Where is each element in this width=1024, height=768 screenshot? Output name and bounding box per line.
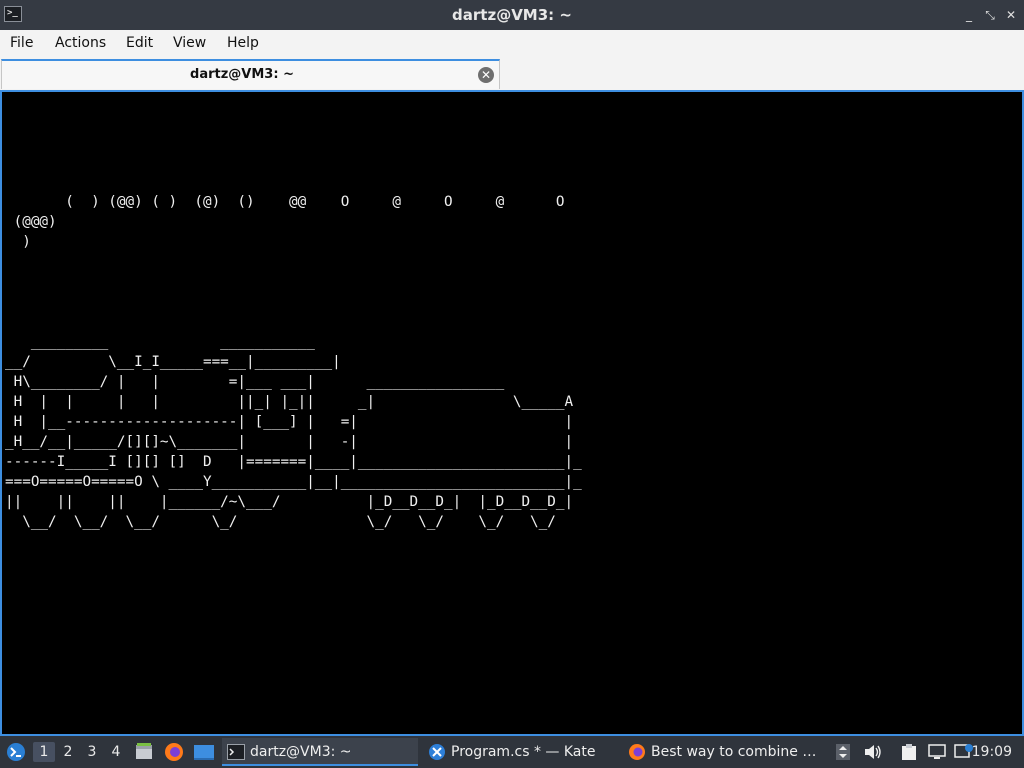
menu-file[interactable]: File: [10, 30, 33, 57]
terminal-icon: [227, 744, 245, 760]
show-desktop-icon[interactable]: [193, 742, 215, 762]
task-kate[interactable]: Program.cs * — Kate: [424, 738, 620, 766]
workspace-3[interactable]: 3: [81, 742, 103, 762]
window-title: dartz@VM3: ~: [452, 6, 572, 24]
menu-actions[interactable]: Actions: [55, 30, 106, 57]
task-terminal[interactable]: dartz@VM3: ~: [222, 738, 418, 766]
scroll-indicator-icon[interactable]: [836, 744, 850, 760]
terminal-output: ( ) (@@) ( ) (@) () @@ O @ O @ O (@@@) )…: [5, 194, 582, 530]
task-label: Program.cs * — Kate: [451, 744, 596, 760]
close-window-button[interactable]: ✕: [1002, 6, 1020, 24]
tab-label: dartz@VM3: ~: [190, 67, 294, 82]
taskbar: 1 2 3 4 dartz@VM3: ~ Program.cs * — Kate…: [0, 736, 1024, 768]
maximize-button[interactable]: ⤡: [981, 6, 999, 24]
file-manager-icon[interactable]: [134, 742, 154, 762]
terminal-view[interactable]: ( ) (@@) ( ) (@) () @@ O @ O @ O (@@@) )…: [0, 90, 1024, 736]
menu-bar: File Actions Edit View Help: [0, 30, 1024, 57]
workspace-4[interactable]: 4: [105, 742, 127, 762]
volume-icon[interactable]: [864, 744, 882, 760]
menu-help[interactable]: Help: [227, 30, 259, 57]
firefox-icon: [629, 744, 645, 760]
minimize-button[interactable]: _: [960, 6, 978, 24]
menu-view[interactable]: View: [173, 30, 206, 57]
window-titlebar: >_ dartz@VM3: ~ _ ⤡ ✕: [0, 0, 1024, 30]
tab-terminal[interactable]: dartz@VM3: ~ ✕: [1, 59, 500, 89]
task-label: dartz@VM3: ~: [250, 744, 352, 760]
firefox-launcher-icon[interactable]: [164, 742, 184, 762]
kate-icon: [429, 744, 445, 760]
task-firefox[interactable]: Best way to combine …: [626, 738, 822, 766]
network-icon[interactable]: [928, 743, 946, 761]
tab-bar: dartz@VM3: ~ ✕: [0, 57, 1024, 90]
clipboard-icon[interactable]: [900, 743, 918, 761]
clock[interactable]: 19:09: [972, 736, 1012, 768]
start-menu-icon[interactable]: [6, 742, 26, 762]
workspace-1[interactable]: 1: [33, 742, 55, 762]
task-label: Best way to combine …: [651, 744, 817, 760]
menu-edit[interactable]: Edit: [126, 30, 153, 57]
workspace-2[interactable]: 2: [57, 742, 79, 762]
tab-close-icon[interactable]: ✕: [478, 67, 494, 83]
